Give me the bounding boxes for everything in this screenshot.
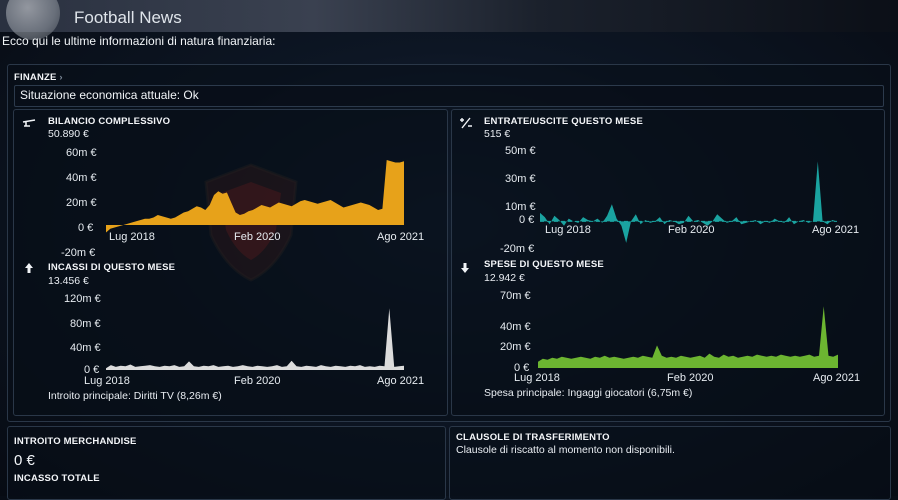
page-title: Football News [74,8,182,27]
finance-title-label: FINANZE [14,72,57,83]
spese-xtick-0: Lug 2018 [514,372,560,384]
entrate-ytick-0: 0 € [519,214,535,226]
bilancio-xtick-2: Ago 2021 [377,231,425,243]
entrate-xtick-2: Ago 2021 [812,224,860,236]
bilancio-value: 50.890 € [48,128,89,140]
bilancio-xtick-1: Feb 2020 [234,231,281,243]
entrate-value: 515 € [484,128,511,140]
entrate-ytick-neg20: -20m € [500,243,535,255]
finance-section-title[interactable]: FINANZE › [14,72,63,83]
series-area [106,308,404,370]
economic-status: Situazione economica attuale: Ok [20,88,199,102]
clausole-text: Clausole di riscatto al momento non disp… [456,444,675,456]
entrate-xtick-0: Lug 2018 [545,224,591,236]
incassi-ytick-120: 120m € [64,293,101,305]
incassi-value: 13.456 € [48,275,89,287]
entrate-title: ENTRATE/USCITE QUESTO MESE [484,116,643,127]
merchandise-value: 0 € [14,452,35,469]
spese-main-cost: Spesa principale: Ingaggi giocatori (6,7… [484,387,693,399]
intro-text: Ecco qui le ultime informazioni di natur… [2,34,276,48]
chevron-right-icon: › [59,72,63,83]
spese-title: SPESE DI QUESTO MESE [484,259,604,270]
incassi-chart[interactable] [106,296,404,370]
spese-xtick-1: Feb 2020 [667,372,714,384]
bilancio-ytick-0: 0 € [78,222,94,234]
clausole-title: CLAUSOLE DI TRASFERIMENTO [456,432,610,443]
spese-ytick-40: 40m € [500,321,531,333]
incassi-ytick-80: 80m € [70,318,101,330]
incassi-xtick-2: Ago 2021 [377,375,425,387]
bilancio-ytick-neg20: -20m € [61,247,96,259]
bilancio-ytick-20: 20m € [66,197,97,209]
incassi-ytick-40: 40m € [70,342,101,354]
entrate-ytick-30: 30m € [505,173,536,185]
bilancio-ytick-60: 60m € [66,147,97,159]
incassi-xtick-0: Lug 2018 [84,375,130,387]
incassi-xtick-1: Feb 2020 [234,375,281,387]
spese-ytick-70: 70m € [500,290,531,302]
incassi-title: INCASSI DI QUESTO MESE [48,262,176,273]
spese-value: 12.942 € [484,272,525,284]
entrate-ytick-10: 10m € [505,201,536,213]
spese-chart[interactable] [538,296,838,368]
series-area [538,306,838,368]
scale-icon [22,117,36,130]
spese-xtick-2: Ago 2021 [813,372,861,384]
bilancio-xtick-0: Lug 2018 [109,231,155,243]
bilancio-ytick-40: 40m € [66,172,97,184]
arrow-up-icon [24,262,34,277]
spese-ytick-20: 20m € [500,341,531,353]
entrate-ytick-50: 50m € [505,145,536,157]
arrow-down-icon [460,262,470,277]
incassi-main-source: Introito principale: Diritti TV (8,26m €… [48,390,222,402]
total-income-title: INCASSO TOTALE [14,473,100,484]
plus-minus-icon [459,117,473,132]
entrate-xtick-1: Feb 2020 [668,224,715,236]
bilancio-title: BILANCIO COMPLESSIVO [48,116,171,127]
merchandise-title: INTROITO MERCHANDISE [14,436,137,447]
series-area [106,160,404,233]
